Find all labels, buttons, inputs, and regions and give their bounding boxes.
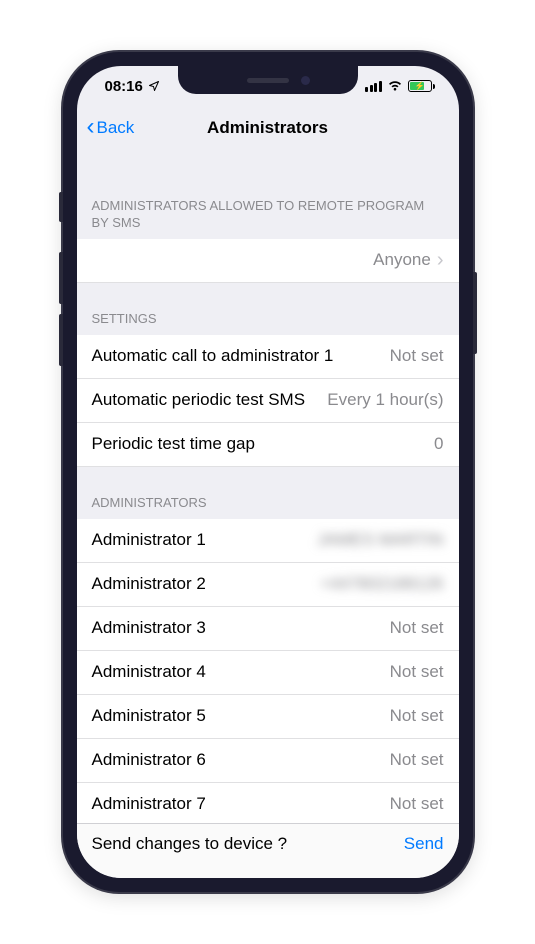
row-label: Administrator 1 (92, 530, 206, 550)
status-left: 08:16 (105, 78, 160, 95)
row-label: Administrator 6 (92, 750, 206, 770)
battery-icon: ⚡ (408, 80, 435, 92)
section-header-admins: ADMINISTRATORS (77, 467, 459, 519)
row-value: Not set (390, 706, 444, 726)
admin-row-5[interactable]: Administrator 5 Not set (77, 695, 459, 739)
row-value: Not set (390, 346, 444, 366)
row-label: Administrator 5 (92, 706, 206, 726)
bottom-bar: Send changes to device ? Send (77, 823, 459, 878)
volume-up-button (59, 252, 63, 304)
admin-row-7[interactable]: Administrator 7 Not set (77, 783, 459, 823)
front-camera (301, 76, 310, 85)
back-button[interactable]: ‹ Back (87, 117, 135, 139)
status-right: ⚡ (365, 80, 435, 92)
charging-bolt-icon: ⚡ (415, 82, 425, 91)
admin-row-3[interactable]: Administrator 3 Not set (77, 607, 459, 651)
row-value: Not set (390, 662, 444, 682)
row-label: Administrator 7 (92, 794, 206, 814)
section-header-remote: ADMINISTRATORS ALLOWED TO REMOTE PROGRAM… (77, 150, 459, 239)
row-value: Not set (390, 794, 444, 814)
screen: 08:16 ⚡ (77, 66, 459, 878)
admin-row-2[interactable]: Administrator 2 +447802188126 (77, 563, 459, 607)
admin-row-6[interactable]: Administrator 6 Not set (77, 739, 459, 783)
chevron-left-icon: ‹ (87, 115, 95, 139)
send-button[interactable]: Send (404, 834, 444, 854)
row-label: Administrator 4 (92, 662, 206, 682)
row-value: JAMES MARTIN (317, 530, 443, 550)
chevron-right-icon: › (437, 250, 444, 270)
power-button (473, 272, 477, 354)
send-prompt: Send changes to device ? (92, 834, 288, 854)
settings-row-periodic-sms[interactable]: Automatic periodic test SMS Every 1 hour… (77, 379, 459, 423)
row-value: Anyone › (373, 250, 443, 270)
row-value: 0 (434, 434, 443, 454)
row-value: Not set (390, 618, 444, 638)
notch (178, 66, 358, 94)
nav-bar: ‹ Back Administrators (77, 106, 459, 150)
location-icon (148, 80, 160, 92)
remote-allowed-row[interactable]: Anyone › (77, 239, 459, 283)
row-label: Administrator 2 (92, 574, 206, 594)
admin-row-1[interactable]: Administrator 1 JAMES MARTIN (77, 519, 459, 563)
row-label: Administrator 3 (92, 618, 206, 638)
cellular-icon (365, 81, 382, 92)
row-value: Every 1 hour(s) (327, 390, 443, 410)
status-time: 08:16 (105, 78, 143, 95)
settings-row-time-gap[interactable]: Periodic test time gap 0 (77, 423, 459, 467)
wifi-icon (387, 80, 403, 92)
speaker (247, 78, 289, 83)
volume-down-button (59, 314, 63, 366)
remote-allowed-value: Anyone (373, 250, 431, 270)
content-scroll[interactable]: ADMINISTRATORS ALLOWED TO REMOTE PROGRAM… (77, 150, 459, 823)
row-label: Automatic call to administrator 1 (92, 346, 334, 366)
row-value: Not set (390, 750, 444, 770)
page-title: Administrators (207, 118, 328, 138)
phone-frame: 08:16 ⚡ (63, 52, 473, 892)
back-label: Back (97, 118, 135, 138)
row-label: Automatic periodic test SMS (92, 390, 306, 410)
row-value: +447802188126 (320, 574, 443, 594)
mute-switch (59, 192, 63, 222)
section-header-settings: SETTINGS (77, 283, 459, 335)
settings-row-auto-call[interactable]: Automatic call to administrator 1 Not se… (77, 335, 459, 379)
admin-row-4[interactable]: Administrator 4 Not set (77, 651, 459, 695)
row-label: Periodic test time gap (92, 434, 255, 454)
